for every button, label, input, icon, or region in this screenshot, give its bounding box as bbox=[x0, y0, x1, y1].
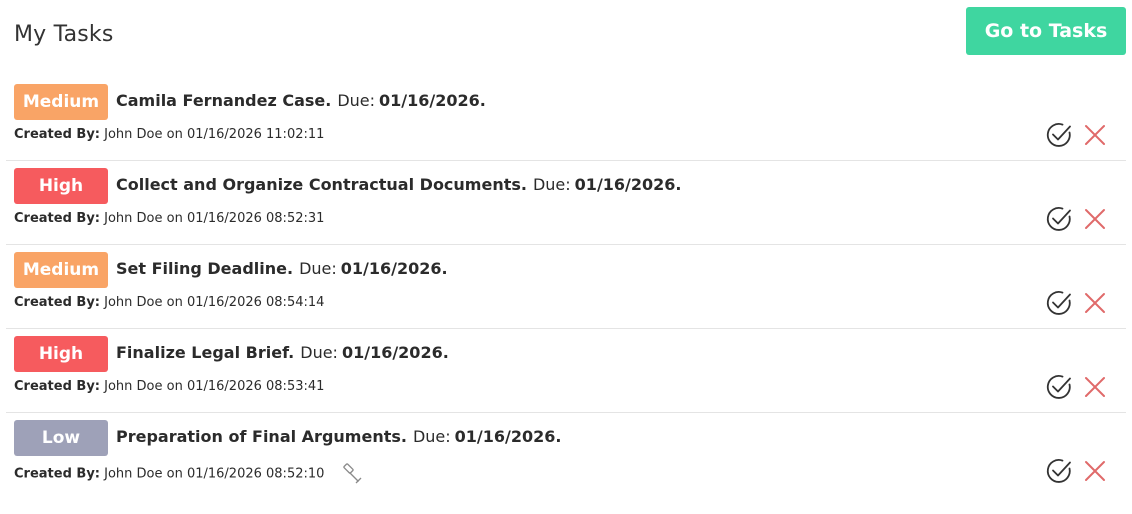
task-title-line[interactable]: Camila Fernandez Case. Due: 01/16/2026. bbox=[116, 91, 486, 110]
created-by-label: Created By: bbox=[14, 211, 100, 226]
task-row: High Finalize Legal Brief. Due: 01/16/2026… bbox=[6, 329, 1126, 413]
due-label: Due: bbox=[300, 343, 338, 362]
priority-badge: High bbox=[14, 336, 108, 372]
created-by-text: John Doe on 01/16/2026 08:54:14 bbox=[104, 295, 325, 310]
due-label: Due: bbox=[532, 175, 571, 194]
task-title-line[interactable]: Preparation of Final Arguments. Due: 01/16… bbox=[116, 427, 561, 446]
close-icon[interactable] bbox=[1084, 124, 1106, 146]
due-label: Due: bbox=[337, 91, 376, 110]
created-by-line: Created By: John Doe on 01/16/2026 08:53… bbox=[14, 379, 324, 394]
due-date: 01/16/2026. bbox=[341, 343, 449, 362]
close-icon[interactable] bbox=[1084, 292, 1106, 314]
created-by-line: Created By: John Doe on 01/16/2026 08:52… bbox=[14, 211, 324, 226]
created-by-line: Created By: John Doe on 01/16/2026 08:54… bbox=[14, 295, 324, 310]
created-by-label: Created By: bbox=[14, 466, 100, 482]
check-circle-icon[interactable] bbox=[1045, 373, 1073, 401]
task-row: Low Preparation of Final Arguments. Due: 0… bbox=[6, 413, 1126, 497]
close-icon[interactable] bbox=[1084, 376, 1106, 398]
close-icon[interactable] bbox=[1084, 460, 1106, 482]
task-list: Medium Camila Fernandez Case. Due: 01/16/2… bbox=[6, 77, 1126, 497]
task-title: Preparation of Final Arguments. bbox=[116, 427, 407, 446]
due-label: Due: bbox=[299, 259, 337, 278]
task-row: High Collect and Organize Contractual Do… bbox=[6, 161, 1126, 245]
task-title-line[interactable]: Collect and Organize Contractual Documen… bbox=[116, 175, 682, 194]
priority-badge: Medium bbox=[14, 84, 108, 120]
task-title-line[interactable]: Set Filing Deadline. Due: 01/16/2026. bbox=[116, 259, 448, 278]
created-by-label: Created By: bbox=[14, 295, 100, 310]
check-circle-icon[interactable] bbox=[1045, 121, 1073, 149]
due-date: 01/16/2026. bbox=[454, 427, 562, 446]
task-row: Medium Set Filing Deadline. Due: 01/16/202… bbox=[6, 245, 1126, 329]
task-title: Collect and Organize Contractual Documen… bbox=[116, 175, 527, 194]
priority-badge: High bbox=[14, 168, 108, 204]
check-circle-icon[interactable] bbox=[1045, 457, 1073, 485]
priority-badge: Low bbox=[14, 420, 108, 456]
created-by-text: John Doe on 01/16/2026 08:53:41 bbox=[104, 379, 325, 394]
due-date: 01/16/2026. bbox=[574, 175, 682, 194]
check-circle-icon[interactable] bbox=[1045, 205, 1073, 233]
created-by-line: Created By: John Doe on 01/16/2026 08:52… bbox=[14, 463, 363, 485]
gavel-icon bbox=[342, 463, 362, 484]
close-icon[interactable] bbox=[1084, 208, 1106, 230]
due-date: 01/16/2026. bbox=[340, 259, 448, 278]
created-by-text: John Doe on 01/16/2026 08:52:31 bbox=[104, 211, 325, 226]
due-date: 01/16/2026. bbox=[379, 91, 486, 110]
task-title-line[interactable]: Finalize Legal Brief. Due: 01/16/2026. bbox=[116, 343, 449, 362]
created-by-line: Created By: John Doe on 01/16/2026 11:02… bbox=[14, 127, 324, 142]
due-label: Due: bbox=[412, 427, 451, 446]
priority-badge: Medium bbox=[14, 252, 108, 288]
page-title: My Tasks bbox=[14, 22, 114, 47]
created-by-label: Created By: bbox=[14, 127, 100, 142]
task-title: Finalize Legal Brief. bbox=[116, 343, 295, 362]
task-title: Camila Fernandez Case. bbox=[116, 91, 332, 110]
created-by-text: John Doe on 01/16/2026 08:52:10 bbox=[104, 466, 325, 482]
go-to-tasks-button[interactable]: Go to Tasks bbox=[966, 7, 1126, 55]
check-circle-icon[interactable] bbox=[1045, 289, 1073, 317]
task-row: Medium Camila Fernandez Case. Due: 01/16/2… bbox=[6, 77, 1126, 161]
created-by-label: Created By: bbox=[14, 379, 100, 394]
created-by-text: John Doe on 01/16/2026 11:02:11 bbox=[104, 127, 325, 142]
task-title: Set Filing Deadline. bbox=[116, 259, 294, 278]
